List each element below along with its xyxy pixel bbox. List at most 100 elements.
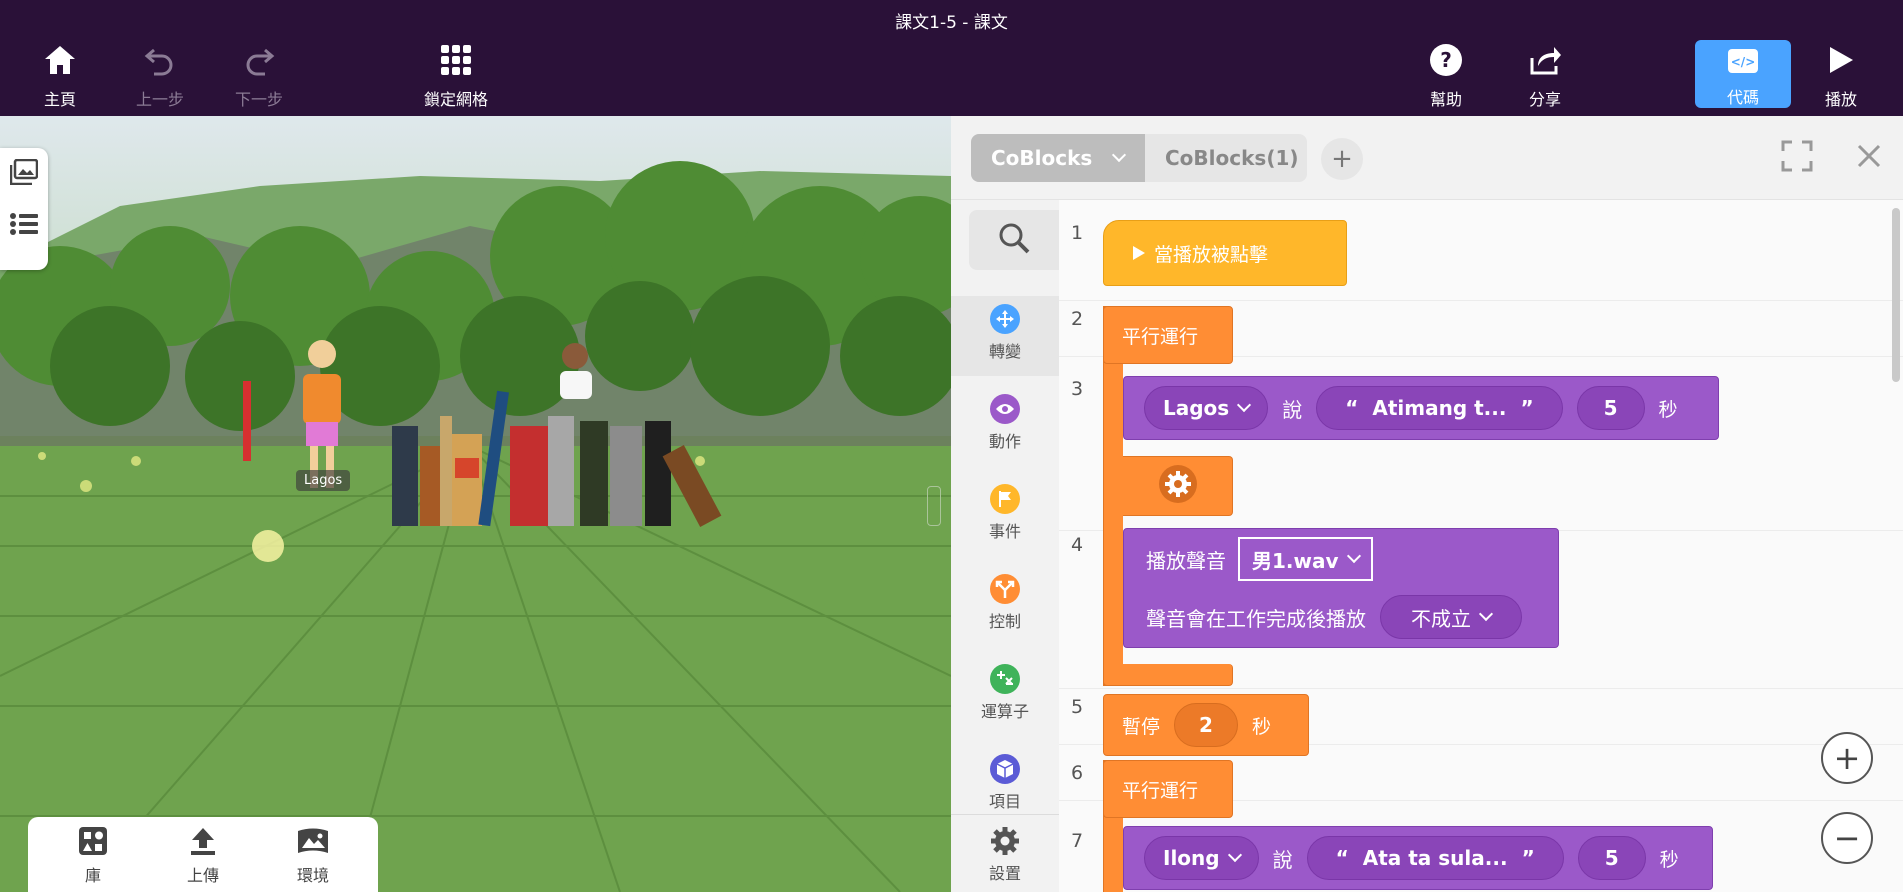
branch-icon [990, 574, 1020, 604]
close-icon [1856, 143, 1882, 173]
share-label: 分享 [1528, 90, 1561, 109]
upload-button[interactable]: 上傳 [158, 824, 248, 886]
zoom-in-icon: + [1833, 739, 1861, 777]
play-sound-block[interactable]: 播放聲音 男1.wav 聲音會在工作完成後播放 不成立 [1123, 528, 1559, 648]
say-block-ilong[interactable]: Ilong 說 “ Ata ta sula... ” 5 秒 [1123, 826, 1713, 890]
play-label: 播放 [1824, 90, 1857, 109]
seconds-unit: 秒 [1659, 848, 1679, 871]
row-divider [1059, 300, 1903, 301]
tab-coblocks-1[interactable]: CoBlocks(1) [1145, 134, 1307, 182]
gallery-button[interactable] [0, 148, 48, 200]
category-transform-label: 轉變 [988, 342, 1021, 361]
block-search-button[interactable] [969, 210, 1059, 270]
zoom-out-button[interactable]: − [1821, 812, 1873, 864]
say-block-lagos[interactable]: Lagos 說 “ Atimang t... ” 5 秒 [1123, 376, 1719, 440]
category-event-label: 事件 [988, 522, 1021, 541]
pause-seconds-field[interactable]: 2 [1174, 703, 1238, 747]
library-icon [76, 824, 110, 858]
line-number: 5 [1071, 696, 1084, 718]
share-button[interactable]: 分享 [1500, 40, 1590, 112]
category-items-label: 項目 [988, 792, 1021, 811]
gear-icon [990, 826, 1020, 856]
home-icon [40, 40, 80, 80]
category-event[interactable]: 事件 [951, 484, 1059, 542]
eye-icon [990, 394, 1020, 424]
add-tab-button[interactable]: + [1321, 138, 1363, 180]
library-button[interactable]: 庫 [48, 824, 138, 886]
when-play-clicked-label: 當播放被點擊 [1154, 243, 1269, 266]
category-operators-label: 運算子 [980, 702, 1029, 721]
environment-button[interactable]: 環境 [268, 824, 358, 886]
duration-field[interactable]: 5 [1577, 836, 1646, 880]
parallel-run-block[interactable]: 平行運行 [1103, 306, 1233, 364]
sound-wait-dropdown[interactable]: 不成立 [1380, 595, 1522, 639]
resize-handle[interactable] [927, 486, 941, 526]
home-label: 主頁 [43, 90, 76, 109]
lock-grid-label: 鎖定網格 [423, 90, 488, 109]
undo-icon [140, 40, 180, 80]
duration-field[interactable]: 5 [1576, 386, 1645, 430]
category-action[interactable]: 動作 [951, 394, 1059, 452]
pause-block[interactable]: 暫停 2 秒 [1103, 694, 1309, 756]
code-panel: CoBlocks CoBlocks(1) + 轉變 動作 事件 控制 運算子 項… [951, 116, 1903, 892]
object-list-button[interactable] [0, 200, 48, 252]
line-number: 6 [1071, 762, 1084, 784]
gallery-icon [9, 158, 39, 189]
tab-coblocks[interactable]: CoBlocks [971, 134, 1145, 182]
close-quote: ” [1520, 396, 1534, 420]
redo-button[interactable]: 下一步 [214, 40, 304, 112]
list-icon [10, 212, 38, 240]
redo-icon [239, 40, 279, 80]
home-button[interactable]: 主頁 [15, 40, 105, 112]
lock-grid-button[interactable]: 鎖定網格 [411, 40, 501, 112]
library-label: 庫 [84, 865, 101, 885]
speech-text: Ata ta sula... [1362, 846, 1508, 870]
parallel-run-block-2[interactable]: 平行運行 [1103, 760, 1233, 818]
code-workspace[interactable]: 1 2 3 4 5 6 7 當播放被點擊 平行運行 Lagos 說 “ Atim… [1059, 200, 1903, 892]
tab-coblocks-1-label: CoBlocks(1) [1165, 146, 1299, 170]
category-transform[interactable]: 轉變 [951, 296, 1059, 376]
speech-text-field[interactable]: “ Ata ta sula... ” [1306, 836, 1564, 880]
speech-text: Atimang t... [1372, 396, 1507, 420]
parallel-options-block[interactable] [1123, 456, 1233, 516]
settings-button[interactable]: 設置 [951, 826, 1059, 884]
transform-icon [990, 304, 1020, 334]
code-button[interactable]: </> 代碼 [1695, 40, 1791, 108]
document-title: 課文1-5 - 課文 [895, 13, 1008, 33]
chevron-down-icon [1478, 606, 1494, 622]
help-label: 幫助 [1429, 90, 1462, 109]
chevron-down-icon [1227, 847, 1242, 863]
actor-dropdown[interactable]: Ilong [1144, 836, 1259, 880]
category-operators[interactable]: 運算子 [951, 664, 1059, 722]
line-number: 7 [1071, 830, 1084, 852]
when-play-clicked-block[interactable]: 當播放被點擊 [1103, 220, 1347, 286]
environment-label: 環境 [296, 865, 329, 885]
fullscreen-button[interactable] [1779, 140, 1815, 176]
category-divider [951, 814, 1059, 815]
actor-dropdown[interactable]: Lagos [1144, 386, 1269, 430]
scene-bottom-toolbar: 庫 上傳 環境 [28, 817, 378, 892]
settings-label: 設置 [988, 864, 1021, 883]
speech-text-field[interactable]: “ Atimang t... ” [1316, 386, 1563, 430]
scene-viewport[interactable]: Lagos 庫 上傳 環境 [0, 116, 951, 892]
undo-label: 上一步 [135, 90, 184, 109]
close-panel-button[interactable] [1851, 140, 1887, 176]
category-control[interactable]: 控制 [951, 574, 1059, 632]
help-button[interactable]: ? 幫助 [1401, 40, 1491, 112]
line-number: 3 [1071, 378, 1084, 400]
sound-file-dropdown[interactable]: 男1.wav [1238, 537, 1373, 581]
scene-illustration [0, 161, 951, 892]
cube-icon [990, 754, 1020, 784]
parallel-run-label: 平行運行 [1122, 325, 1199, 348]
code-scrollbar[interactable] [1892, 208, 1900, 382]
zoom-in-button[interactable]: + [1821, 732, 1873, 784]
play-button[interactable]: 播放 [1796, 40, 1886, 112]
help-icon: ? [1426, 40, 1466, 80]
top-bar: 課文1-5 - 課文 主頁 上一步 下一步 鎖定網格 ? 幫助 分享 </> 代… [0, 0, 1903, 116]
chevron-down-icon [1112, 147, 1127, 163]
search-icon [998, 222, 1030, 258]
undo-button[interactable]: 上一步 [115, 40, 205, 112]
seconds-unit: 秒 [1658, 398, 1678, 421]
category-items[interactable]: 項目 [951, 754, 1059, 812]
category-control-label: 控制 [988, 612, 1021, 631]
